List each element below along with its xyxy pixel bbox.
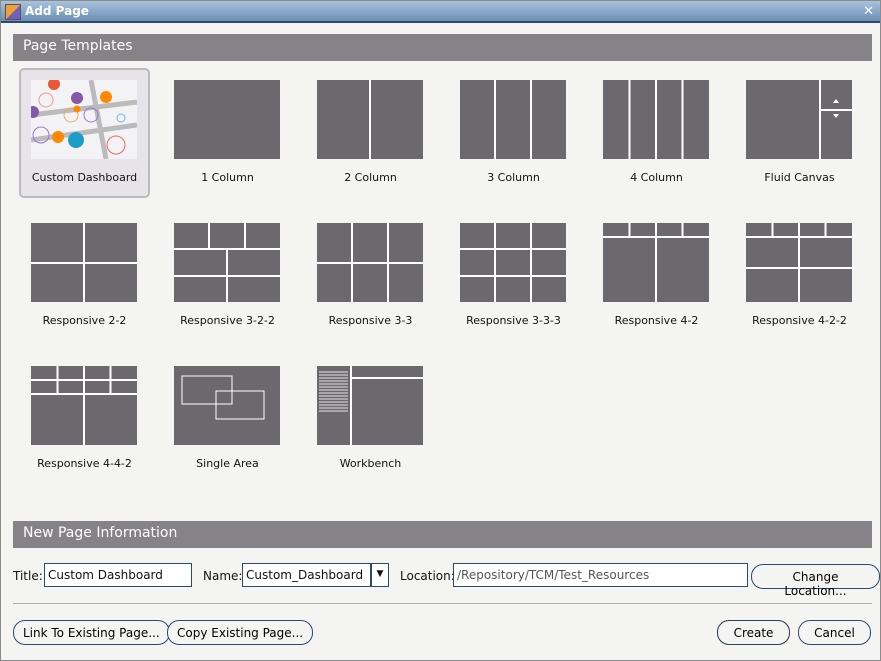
title-label: Title: <box>13 569 43 583</box>
template-workbench[interactable]: Workbench <box>305 354 436 484</box>
location-label: Location: <box>400 569 455 583</box>
template-label: 1 Column <box>201 171 254 184</box>
app-icon <box>5 4 21 20</box>
template-responsive-3-3[interactable]: Responsive 3-3 <box>305 211 436 341</box>
template-label: 2 Column <box>344 171 397 184</box>
new-page-info-header: New Page Information <box>13 521 872 548</box>
template-label: Custom Dashboard <box>31 171 138 184</box>
template-custom-dashboard[interactable]: Custom Dashboard <box>19 68 150 198</box>
single-area-thumbnail <box>174 366 280 445</box>
location-input: /Repository/TCM/Test_Resources <box>453 563 748 587</box>
template-label: Single Area <box>196 457 259 470</box>
template-responsive-2-2[interactable]: Responsive 2-2 <box>19 211 150 341</box>
dialog-title: Add Page <box>25 4 89 18</box>
template-label: 4 Column <box>630 171 683 184</box>
create-button[interactable]: Create <box>717 620 790 645</box>
template-single-area[interactable]: Single Area <box>162 354 293 484</box>
responsive-4-2-2-thumbnail <box>746 223 852 302</box>
template-fluid-canvas[interactable]: Fluid Canvas <box>734 68 865 198</box>
change-location-button[interactable]: Change Location... <box>751 564 880 598</box>
responsive-3-3-thumbnail <box>317 223 423 302</box>
template-responsive-4-2[interactable]: Responsive 4-2 <box>591 211 722 341</box>
workbench-thumbnail <box>317 366 423 445</box>
name-label: Name: <box>203 569 243 583</box>
template-label: Workbench <box>339 457 402 470</box>
template-3-column[interactable]: 3 Column <box>448 68 579 198</box>
template-label: Responsive 3-3 <box>328 314 413 327</box>
template-label: Responsive 4-2-2 <box>752 314 847 327</box>
cancel-button[interactable]: Cancel <box>798 620 871 645</box>
template-4-column[interactable]: 4 Column <box>591 68 722 198</box>
divider <box>13 603 872 604</box>
template-2-column[interactable]: 2 Column <box>305 68 436 198</box>
template-label: Responsive 2-2 <box>42 314 127 327</box>
responsive-4-2-thumbnail <box>603 223 709 302</box>
custom-dashboard-thumbnail <box>31 80 137 159</box>
template-label: Fluid Canvas <box>764 171 835 184</box>
name-value: Custom_Dashboard <box>246 568 364 582</box>
responsive-2-2-thumbnail <box>31 223 137 302</box>
template-responsive-4-2-2[interactable]: Responsive 4-2-2 <box>734 211 865 341</box>
fluid-canvas-thumbnail <box>746 80 852 159</box>
template-label: 3 Column <box>487 171 540 184</box>
copy-existing-page-button[interactable]: Copy Existing Page... <box>167 620 314 645</box>
template-label: Responsive 3-3-3 <box>466 314 561 327</box>
responsive-4-4-2-thumbnail <box>31 366 137 445</box>
close-icon[interactable]: ✕ <box>863 4 874 19</box>
template-responsive-4-4-2[interactable]: Responsive 4-4-2 <box>19 354 150 484</box>
template-responsive-3-2-2[interactable]: Responsive 3-2-2 <box>162 211 293 341</box>
link-existing-page-button[interactable]: Link To Existing Page... <box>13 620 170 645</box>
responsive-3-3-3-thumbnail <box>460 223 566 302</box>
2-column-thumbnail <box>317 80 423 159</box>
template-label: Responsive 4-4-2 <box>37 457 132 470</box>
page-templates-header: Page Templates <box>13 34 872 61</box>
chevron-down-icon[interactable]: ▼ <box>370 564 388 586</box>
name-select[interactable]: Custom_Dashboard ▼ <box>242 563 389 587</box>
title-bar: Add Page ✕ <box>1 1 880 23</box>
template-responsive-3-3-3[interactable]: Responsive 3-3-3 <box>448 211 579 341</box>
4-column-thumbnail <box>603 80 709 159</box>
responsive-3-2-2-thumbnail <box>174 223 280 302</box>
template-label: Responsive 3-2-2 <box>180 314 275 327</box>
template-1-column[interactable]: 1 Column <box>162 68 293 198</box>
1-column-thumbnail <box>174 80 280 159</box>
3-column-thumbnail <box>460 80 566 159</box>
template-label: Responsive 4-2 <box>614 314 699 327</box>
title-input[interactable]: Custom Dashboard <box>44 563 192 587</box>
add-page-dialog: Add Page ✕ Page Templates Custom Dashboa… <box>0 0 881 661</box>
